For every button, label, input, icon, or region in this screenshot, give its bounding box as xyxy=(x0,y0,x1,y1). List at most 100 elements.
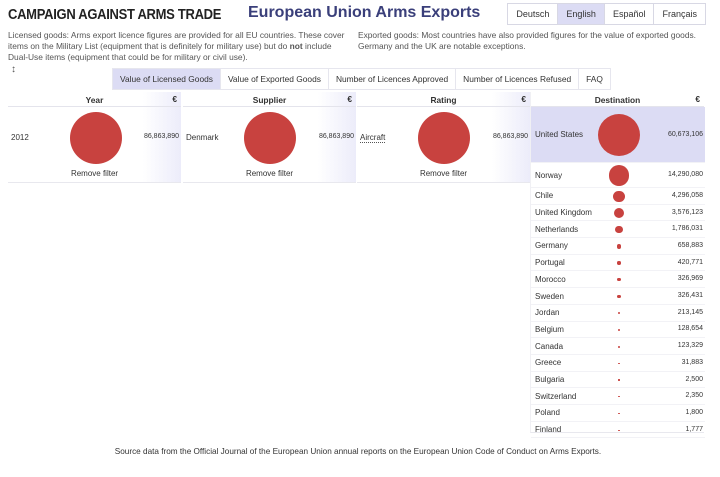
destination-value: 1,777 xyxy=(685,425,703,433)
destination-value-bubble[interactable] xyxy=(613,190,625,202)
destination-value-bubble[interactable] xyxy=(608,165,630,186)
destination-value-bubble[interactable] xyxy=(618,379,620,381)
destination-value: 326,431 xyxy=(677,292,703,300)
destination-value-bubble[interactable] xyxy=(617,311,621,315)
destination-value-bubble[interactable] xyxy=(618,412,620,415)
rating-panel: Rating € Aircraft 86,863,890 Remove filt… xyxy=(357,92,530,183)
language-english[interactable]: English xyxy=(557,4,604,24)
destination-country-label: Netherlands xyxy=(535,224,579,234)
supplier-filter-label[interactable]: Denmark xyxy=(186,133,218,142)
destination-value-bubble[interactable] xyxy=(618,345,620,348)
destination-row[interactable]: Morocco 326,969 xyxy=(531,272,705,289)
destination-value: 1,786,031 xyxy=(671,225,703,233)
supplier-panel-header: Supplier € xyxy=(183,92,356,107)
destination-row[interactable]: Jordan 213,145 xyxy=(531,305,705,322)
year-panel: Year € 2012 86,863,890 Remove filter xyxy=(8,92,181,183)
caat-logo[interactable]: CAMPAIGN AGAINST ARMS TRADE xyxy=(8,5,221,22)
destination-row[interactable]: Greece 31,883 xyxy=(531,355,705,372)
destination-row[interactable]: Portugal 420,771 xyxy=(531,255,705,272)
rating-remove-filter-button[interactable]: Remove filter xyxy=(357,169,530,178)
rating-value-bubble[interactable] xyxy=(418,112,470,164)
destination-value: 14,290,080 xyxy=(667,171,703,178)
year-panel-header: Year € xyxy=(8,92,181,107)
destination-country-label: Portugal xyxy=(535,258,565,268)
destination-row[interactable]: United States 60,673,106 xyxy=(531,107,705,163)
destination-value: 1,800 xyxy=(685,408,703,416)
year-filter-value: 86,863,890 xyxy=(143,133,179,140)
destination-value-bubble[interactable] xyxy=(617,261,621,265)
destination-value-bubble[interactable] xyxy=(617,278,621,282)
destination-row[interactable]: United Kingdom 3,576,123 xyxy=(531,205,705,222)
destination-row[interactable]: Germany 658,883 xyxy=(531,238,705,255)
tab-faq[interactable]: FAQ xyxy=(579,68,611,90)
destination-value: 4,296,058 xyxy=(671,191,703,199)
destination-panel-title: Destination xyxy=(594,95,641,105)
supplier-filter-value: 86,863,890 xyxy=(318,133,354,140)
rating-filter-label[interactable]: Aircraft xyxy=(360,133,386,143)
supplier-value-bubble[interactable] xyxy=(244,112,296,164)
destination-row[interactable]: Canada 123,329 xyxy=(531,338,705,355)
destination-row[interactable]: Switzerland 2,350 xyxy=(531,388,705,406)
destination-value: 326,969 xyxy=(677,275,703,283)
destination-country-label: Switzerland xyxy=(535,391,577,401)
destination-value: 2,500 xyxy=(685,375,703,383)
destination-row[interactable]: Netherlands 1,786,031 xyxy=(531,221,705,239)
tab-value-licensed-goods[interactable]: Value of Licensed Goods xyxy=(112,68,221,90)
destination-value-bubble[interactable] xyxy=(613,207,625,219)
year-panel-title: Year xyxy=(85,95,104,105)
destination-value-bubble[interactable] xyxy=(618,396,620,398)
sort-handle-icon[interactable]: ↕ xyxy=(11,64,16,75)
destination-value-bubble[interactable] xyxy=(616,244,622,249)
destination-row[interactable]: Belgium 128,654 xyxy=(531,322,705,339)
destination-panel-header: Destination € xyxy=(531,92,704,107)
language-francais[interactable]: Français xyxy=(653,4,705,24)
year-currency-label[interactable]: € xyxy=(172,94,177,104)
destination-value-bubble[interactable] xyxy=(615,226,623,234)
year-value-bubble[interactable] xyxy=(70,112,122,164)
destination-value: 213,145 xyxy=(677,308,703,316)
destination-value-bubble[interactable] xyxy=(598,114,640,156)
destination-country-label: Canada xyxy=(535,341,564,351)
destination-value-bubble[interactable] xyxy=(617,294,621,299)
supplier-currency-label[interactable]: € xyxy=(347,94,352,104)
rating-currency-label[interactable]: € xyxy=(521,94,526,104)
destination-country-label: Poland xyxy=(535,408,560,418)
destination-value: 420,771 xyxy=(677,258,703,266)
exported-goods-description: Exported goods: Most countries have also… xyxy=(358,30,696,51)
destination-row[interactable]: Finland 1,777 xyxy=(531,422,705,439)
destination-country-label: United States xyxy=(535,130,584,139)
destination-currency-label[interactable]: € xyxy=(695,94,700,104)
supplier-remove-filter-button[interactable]: Remove filter xyxy=(183,169,356,178)
destination-country-label: Germany xyxy=(535,241,568,251)
year-remove-filter-button[interactable]: Remove filter xyxy=(8,169,181,178)
rating-panel-title: Rating xyxy=(430,95,457,105)
destination-panel: Destination € United States 60,673,106 Nor… xyxy=(530,92,705,439)
destination-value-bubble[interactable] xyxy=(618,362,620,364)
destination-value: 658,883 xyxy=(677,241,703,249)
source-footnote: Source data from the Official Journal of… xyxy=(114,447,602,456)
destination-value-bubble[interactable] xyxy=(618,328,620,331)
licensed-goods-description: Licensed goods: Arms export licence figu… xyxy=(8,30,348,63)
tab-licences-approved[interactable]: Number of Licences Approved xyxy=(328,68,457,90)
destination-country-label: Sweden xyxy=(535,291,564,301)
tab-licences-refused[interactable]: Number of Licences Refused xyxy=(456,68,580,90)
destination-country-label: Jordan xyxy=(535,308,560,318)
destination-country-label: Chile xyxy=(535,191,554,201)
supplier-panel: Supplier € Denmark 86,863,890 Remove fil… xyxy=(183,92,356,183)
destination-row[interactable]: Norway 14,290,080 xyxy=(531,163,705,188)
destination-value-bubble[interactable] xyxy=(618,429,620,431)
language-deutsch[interactable]: Deutsch xyxy=(508,4,558,24)
tab-value-exported-goods[interactable]: Value of Exported Goods xyxy=(220,68,329,90)
language-espanol[interactable]: Español xyxy=(603,4,654,24)
year-filter-label[interactable]: 2012 xyxy=(11,133,29,142)
destination-row[interactable]: Poland 1,800 xyxy=(531,405,705,422)
supplier-panel-title: Supplier xyxy=(252,95,287,105)
measure-tabs: Value of Licensed Goods Value of Exporte… xyxy=(112,68,611,90)
destination-country-label: Finland xyxy=(535,425,562,435)
destination-row[interactable]: Sweden 326,431 xyxy=(531,288,705,305)
destination-value: 2,350 xyxy=(685,392,703,400)
destination-row[interactable]: Bulgaria 2,500 xyxy=(531,372,705,389)
destination-row[interactable]: Chile 4,296,058 xyxy=(531,188,705,205)
destination-country-label: Morocco xyxy=(535,274,566,284)
destination-country-label: Norway xyxy=(535,170,563,180)
